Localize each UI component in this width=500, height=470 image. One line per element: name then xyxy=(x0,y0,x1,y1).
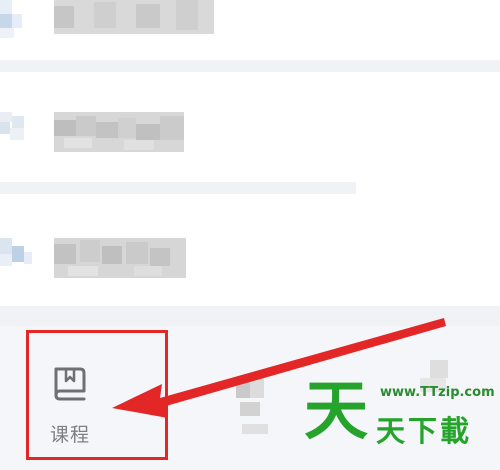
list-item[interactable] xyxy=(0,98,500,170)
list-divider xyxy=(0,306,500,326)
watermark-name: 天下載 xyxy=(376,414,473,448)
book-icon[interactable] xyxy=(50,365,90,401)
blurred-text xyxy=(54,112,184,152)
blurred-avatar xyxy=(0,0,24,40)
blurred-tab-icon[interactable] xyxy=(236,376,276,436)
list-divider xyxy=(0,60,500,72)
app-screen: 课程 天 www.TTzip.com 天下載 xyxy=(0,0,500,470)
blurred-avatar xyxy=(0,112,34,146)
list-divider xyxy=(0,182,356,194)
svg-text:天: 天 xyxy=(304,375,368,445)
list-item[interactable] xyxy=(0,0,500,48)
list-item[interactable] xyxy=(0,226,500,290)
watermark-url: www.TTzip.com xyxy=(380,385,495,400)
blurred-text xyxy=(54,0,214,36)
ttzip-logo-icon: 天 xyxy=(304,375,368,445)
blurred-avatar xyxy=(0,238,34,268)
tab-courses-label[interactable]: 课程 xyxy=(50,420,120,447)
blurred-text xyxy=(54,238,186,278)
